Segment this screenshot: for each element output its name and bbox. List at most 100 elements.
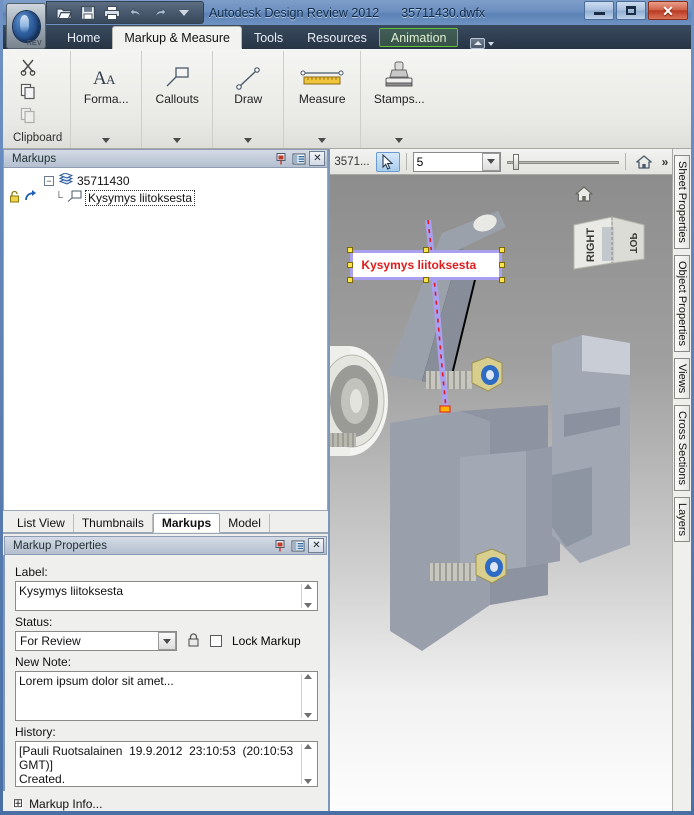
lock-markup-label: Lock Markup: [232, 634, 301, 648]
view-cube[interactable]: RIGHT TOP: [568, 207, 654, 280]
sheet-set-icon: [58, 172, 74, 188]
pin-icon[interactable]: [273, 151, 289, 166]
lock-open-icon[interactable]: [9, 190, 20, 206]
markups-panel-title: Markups: [12, 152, 57, 165]
chevron-down-icon[interactable]: [481, 152, 500, 171]
tab-resources[interactable]: Resources: [295, 27, 379, 49]
viewer-file-name: 3571...: [334, 155, 370, 168]
stamp-icon: [379, 57, 419, 91]
save-icon[interactable]: [77, 3, 99, 23]
page-number-combo[interactable]: 5: [412, 151, 501, 172]
pointer-tool-button[interactable]: [375, 151, 400, 172]
tab-thumbnails[interactable]: Thumbnails: [74, 514, 153, 532]
ribbon-minimize-control[interactable]: [470, 38, 495, 49]
ribbon-group-stamps: Stamps...: [361, 51, 437, 148]
rail-tab-views[interactable]: Views: [674, 357, 691, 400]
status-arrow-icon[interactable]: [24, 190, 37, 205]
undo-icon[interactable]: [125, 3, 147, 23]
model-canvas[interactable]: RIGHT TOP Kysymys liitoksesta: [330, 175, 673, 811]
close-icon[interactable]: ✕: [309, 151, 326, 166]
handle-tr[interactable]: [499, 247, 506, 253]
pin-icon[interactable]: [272, 538, 288, 553]
rail-tab-cross-sections[interactable]: Cross Sections: [674, 405, 691, 492]
redo-icon[interactable]: [149, 3, 171, 23]
stamps-dropdown[interactable]: [361, 132, 437, 148]
zoom-slider[interactable]: [506, 152, 619, 172]
note-field-scrollbar[interactable]: [301, 674, 314, 718]
label-field[interactable]: Kysymys liitoksesta: [15, 581, 319, 611]
handle-tl[interactable]: [347, 247, 354, 253]
panel-layout-icon[interactable]: [291, 151, 307, 166]
chevron-down-icon: [244, 137, 253, 143]
open-icon[interactable]: [53, 3, 75, 23]
quick-access-toolbar: [46, 1, 204, 24]
markup-info-expander[interactable]: ⊞: [13, 797, 24, 809]
minimize-button[interactable]: [584, 1, 614, 20]
handle-bl[interactable]: [347, 277, 354, 283]
handle-br[interactable]: [499, 277, 506, 283]
draw-dropdown[interactable]: [213, 132, 283, 148]
draw-label: Draw: [234, 92, 263, 106]
slider-thumb[interactable]: [512, 153, 519, 170]
tab-tools[interactable]: Tools: [242, 27, 295, 49]
workspace: Markups ✕ − 35711430 └ Kysymys liitokses…: [3, 149, 691, 811]
markups-tree[interactable]: − 35711430 └ Kysymys liitoksesta: [3, 168, 329, 511]
print-icon[interactable]: [101, 3, 123, 23]
tab-model[interactable]: Model: [220, 514, 270, 532]
tab-list-view[interactable]: List View: [9, 514, 74, 532]
lock-markup-checkbox[interactable]: [210, 635, 222, 647]
close-button[interactable]: ✕: [648, 1, 688, 20]
note-field[interactable]: Lorem ipsum dolor sit amet...: [15, 671, 319, 721]
cut-button[interactable]: [15, 55, 41, 78]
rail-tab-layers[interactable]: Layers: [674, 497, 691, 543]
label-field-scrollbar[interactable]: [301, 584, 314, 608]
viewcube-home-icon[interactable]: [574, 185, 594, 206]
customize-qat-icon[interactable]: [173, 3, 195, 23]
ribbon-group-draw: Draw: [213, 51, 285, 148]
handle-mr[interactable]: [499, 262, 506, 268]
markup-callout-text: Kysymys liitoksesta: [361, 258, 477, 272]
tab-markup-and-measure[interactable]: Markup & Measure: [112, 26, 242, 49]
chevron-down-icon[interactable]: [158, 632, 176, 650]
viewer-pane: 3571... 5 » RIGHT TOP Kysymys liitoksest…: [330, 149, 673, 811]
handle-bc[interactable]: [423, 277, 430, 283]
note-field-value: Lorem ipsum dolor sit amet...: [19, 674, 174, 688]
format-button[interactable]: AA Forma...: [75, 53, 137, 106]
tree-row-markup[interactable]: └ Kysymys liitoksesta: [4, 189, 327, 206]
tab-home[interactable]: Home: [55, 27, 112, 49]
ribbon-group-format: AA Forma...: [71, 51, 143, 148]
handle-ml[interactable]: [347, 262, 354, 268]
callouts-label: Callouts: [155, 92, 199, 106]
toolbar-overflow-button[interactable]: »: [662, 155, 669, 169]
status-row: For Review Lock Markup: [15, 631, 318, 651]
window-controls: ✕: [584, 1, 688, 20]
rail-tab-object-properties[interactable]: Object Properties: [674, 254, 691, 352]
copy-button[interactable]: [15, 79, 41, 102]
measure-dropdown[interactable]: [284, 132, 360, 148]
tree-expander[interactable]: −: [44, 175, 54, 186]
rail-tab-sheet-properties[interactable]: Sheet Properties: [674, 155, 691, 249]
markup-info-toggle[interactable]: ⊞ Markup Info...: [3, 791, 328, 811]
history-field[interactable]: [Pauli Ruotsalainen 19.9.2012 23:10:53 (…: [15, 741, 319, 787]
callouts-button[interactable]: Callouts: [146, 53, 208, 106]
measure-button[interactable]: Measure: [288, 53, 356, 106]
panel-layout-icon[interactable]: [290, 538, 306, 553]
draw-button[interactable]: Draw: [217, 53, 279, 106]
tab-markups[interactable]: Markups: [152, 513, 221, 533]
history-field-scrollbar[interactable]: [301, 744, 314, 784]
stamps-button[interactable]: Stamps...: [365, 53, 433, 106]
tab-animation[interactable]: Animation: [378, 28, 459, 47]
markup-callout[interactable]: Kysymys liitoksesta: [350, 250, 503, 280]
chevron-down-icon: [318, 137, 327, 143]
callouts-dropdown[interactable]: [142, 132, 212, 148]
application-menu-button[interactable]: REV: [6, 3, 46, 49]
status-select[interactable]: For Review: [15, 631, 177, 651]
format-dropdown[interactable]: [71, 132, 141, 148]
home-view-button[interactable]: [632, 152, 656, 172]
tree-item-label[interactable]: Kysymys liitoksesta: [85, 189, 196, 206]
paste-button[interactable]: [15, 103, 41, 126]
tree-row-root[interactable]: − 35711430: [4, 172, 327, 189]
maximize-button[interactable]: [616, 1, 646, 20]
close-icon[interactable]: ✕: [308, 538, 325, 553]
handle-tc[interactable]: [423, 247, 430, 253]
